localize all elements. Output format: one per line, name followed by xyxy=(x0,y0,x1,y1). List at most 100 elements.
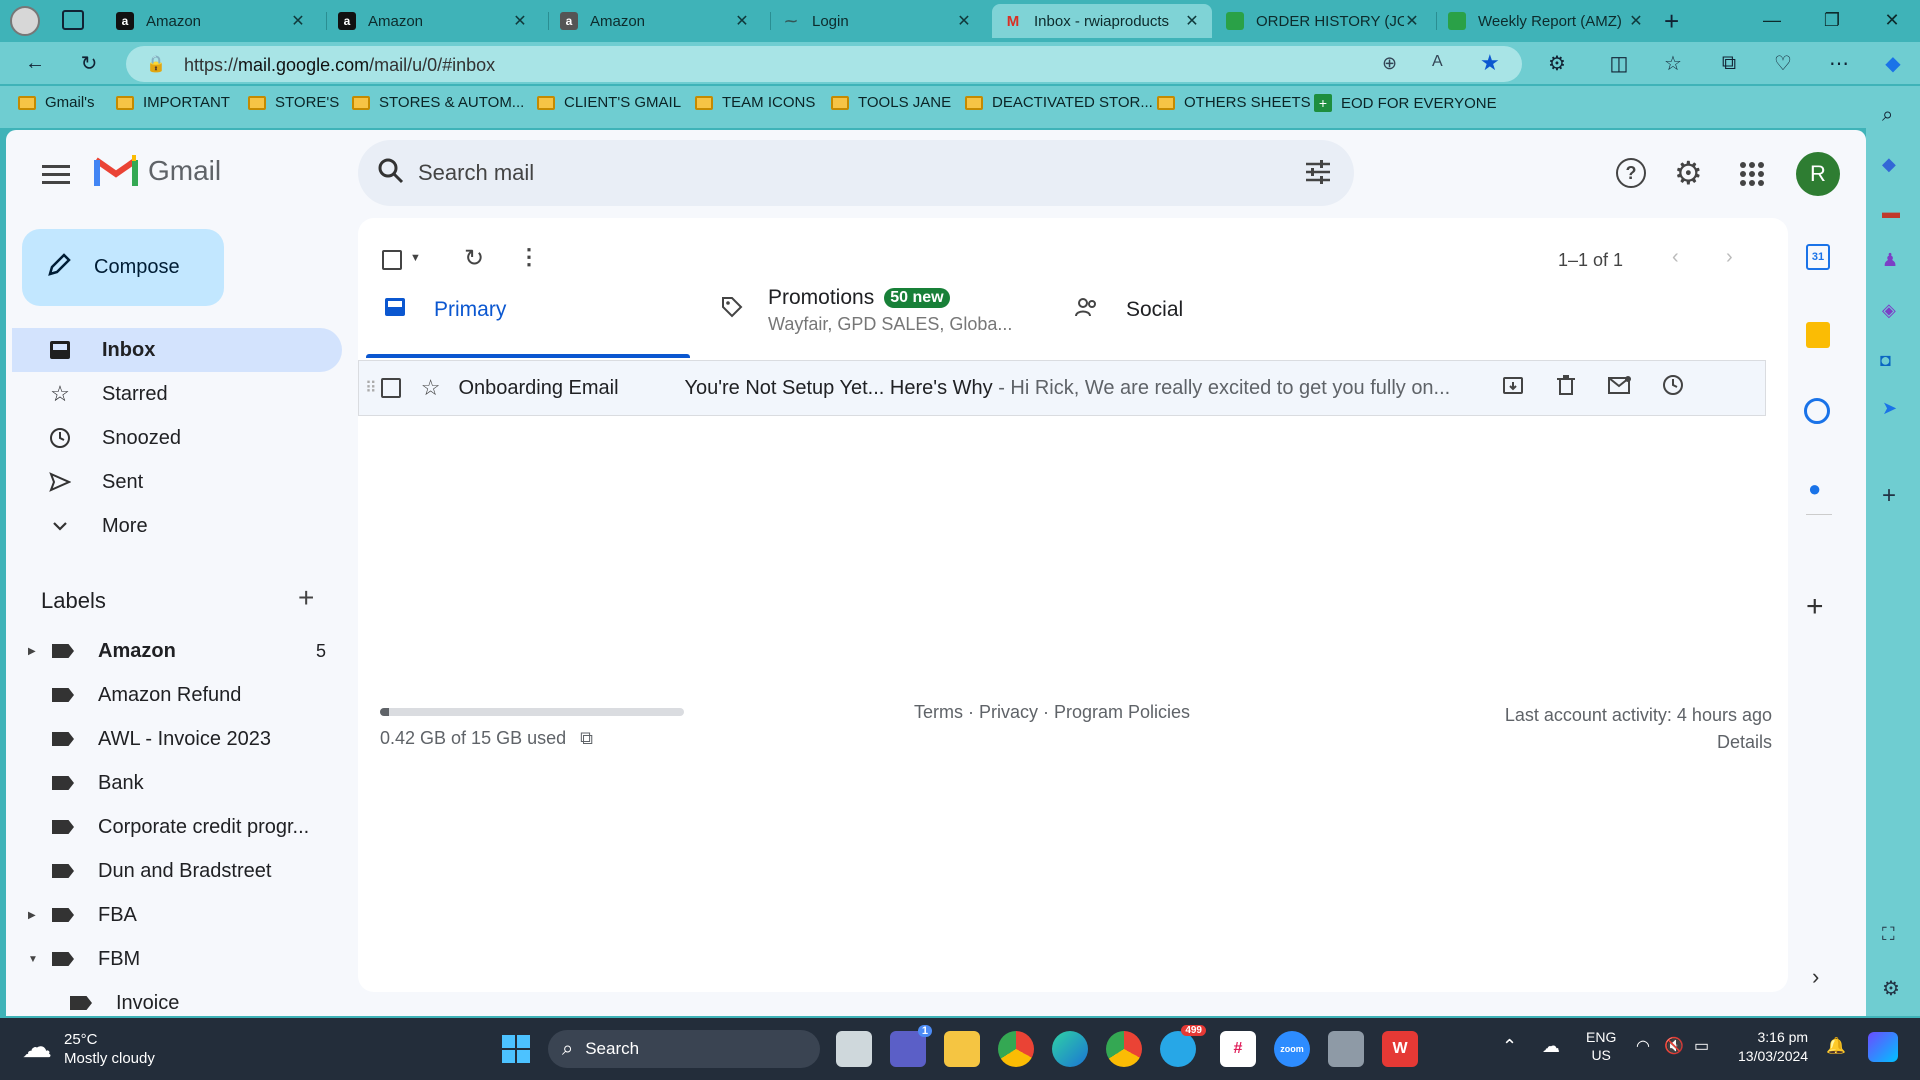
nav-item-inbox[interactable]: Inbox xyxy=(12,328,342,372)
browser-tab-weekly-report[interactable]: Weekly Report (AMZ) ✕ xyxy=(1436,4,1656,38)
browser-tab-gmail-inbox[interactable]: M Inbox - rwiaproducts ✕ xyxy=(992,4,1212,38)
expand-right-icon[interactable]: ▶ xyxy=(28,910,52,921)
contacts-icon[interactable]: ● xyxy=(1808,476,1821,502)
copilot-icon[interactable]: ◆ xyxy=(1876,46,1910,80)
bookmark-important[interactable]: IMPORTANT xyxy=(116,94,230,111)
refresh-icon[interactable]: ↻ xyxy=(464,244,484,273)
close-tab-icon[interactable]: ✕ xyxy=(956,11,972,31)
tab-actions-icon[interactable] xyxy=(62,10,84,30)
profile-avatar-icon[interactable] xyxy=(10,6,40,36)
expand-right-icon[interactable]: ▶ xyxy=(28,646,52,657)
nav-item-more[interactable]: More xyxy=(12,504,342,548)
chrome-icon[interactable] xyxy=(998,1031,1034,1067)
browser-tab-amazon-3[interactable]: a Amazon ✕ xyxy=(548,4,762,38)
settings-icon[interactable]: ⚙ xyxy=(1674,154,1703,192)
more-actions-icon[interactable]: ⋮ xyxy=(518,244,540,270)
windows-start-icon[interactable] xyxy=(498,1031,534,1067)
close-tab-icon[interactable]: ✕ xyxy=(1628,11,1644,31)
label-fba[interactable]: ▶ FBA xyxy=(12,895,342,935)
gmail-logo[interactable]: Gmail xyxy=(94,154,221,188)
new-tab-icon[interactable]: + xyxy=(1664,6,1679,37)
label-corporate-credit[interactable]: Corporate credit progr... xyxy=(12,807,342,847)
tab-primary[interactable]: Primary xyxy=(366,274,690,346)
favorites-icon[interactable]: ☆ xyxy=(1656,46,1690,80)
close-tab-icon[interactable]: ✕ xyxy=(1184,11,1200,31)
close-tab-icon[interactable]: ✕ xyxy=(290,11,306,31)
split-screen-icon[interactable]: ◫ xyxy=(1602,46,1636,80)
wifi-icon[interactable]: ◠ xyxy=(1636,1036,1650,1056)
sidebar-copilot-icon[interactable]: ◈ xyxy=(1882,300,1896,321)
language-indicator[interactable]: ENG US xyxy=(1586,1028,1616,1064)
search-icon[interactable] xyxy=(376,156,406,191)
label-awl-invoice-2023[interactable]: AWL - Invoice 2023 xyxy=(12,719,342,759)
apps-grid-icon[interactable] xyxy=(1740,162,1764,186)
read-aloud-icon[interactable]: A xyxy=(1432,53,1443,71)
onedrive-icon[interactable]: ☁ xyxy=(1542,1036,1560,1057)
sidebar-outlook-icon[interactable]: ◘ xyxy=(1880,350,1891,371)
nav-item-starred[interactable]: ☆ Starred xyxy=(12,372,342,416)
weather-widget[interactable]: 25°C Mostly cloudy xyxy=(64,1030,155,1068)
minimize-icon[interactable]: — xyxy=(1742,0,1802,40)
task-view-icon[interactable] xyxy=(836,1031,872,1067)
mark-unread-icon[interactable] xyxy=(1608,375,1632,401)
nav-item-snoozed[interactable]: Snoozed xyxy=(12,416,342,460)
bookmark-deactivated-stor[interactable]: DEACTIVATED STOR... xyxy=(965,94,1153,111)
bookmark-others-sheets[interactable]: OTHERS SHEETS xyxy=(1157,94,1311,111)
chrome-profile-icon[interactable] xyxy=(1106,1031,1142,1067)
row-checkbox[interactable] xyxy=(380,378,401,398)
delete-icon[interactable] xyxy=(1556,374,1576,402)
sidebar-add-icon[interactable]: + xyxy=(1882,482,1896,510)
label-fbm[interactable]: ▼ FBM xyxy=(12,939,342,979)
file-explorer-icon[interactable] xyxy=(944,1031,980,1067)
sidebar-games-icon[interactable]: ♟ xyxy=(1882,250,1898,271)
older-page-icon[interactable]: › xyxy=(1726,246,1733,269)
select-all-checkbox[interactable] xyxy=(382,250,402,270)
calendar-icon[interactable]: 31 xyxy=(1806,244,1830,270)
close-window-icon[interactable]: ✕ xyxy=(1862,0,1920,40)
bookmark-stores[interactable]: STORE'S xyxy=(248,94,339,111)
weather-icon[interactable]: ☁ xyxy=(22,1030,52,1065)
browser-tab-amazon-1[interactable]: a Amazon ✕ xyxy=(104,4,318,38)
sidebar-screenshot-icon[interactable]: ⛶ xyxy=(1882,924,1895,945)
add-label-icon[interactable]: + xyxy=(298,582,314,614)
show-side-panel-icon[interactable]: › xyxy=(1812,964,1819,990)
edge-icon[interactable] xyxy=(1052,1031,1088,1067)
nav-item-sent[interactable]: Sent xyxy=(12,460,342,504)
help-icon[interactable]: ? xyxy=(1616,158,1646,188)
tab-promotions[interactable]: Promotions 50 new Wayfair, GPD SALES, Gl… xyxy=(720,274,1040,346)
taskbar-search[interactable]: ⌕ Search xyxy=(548,1030,820,1068)
zoom-icon[interactable]: ⊕ xyxy=(1382,53,1397,74)
zoom-app-icon[interactable]: zoom xyxy=(1274,1031,1310,1067)
back-icon[interactable]: ← xyxy=(18,46,52,80)
archive-icon[interactable] xyxy=(1502,374,1524,402)
label-amazon-refund[interactable]: Amazon Refund xyxy=(12,675,342,715)
close-tab-icon[interactable]: ✕ xyxy=(1404,11,1420,31)
label-amazon[interactable]: ▶ Amazon 5 xyxy=(12,631,342,671)
terms-link[interactable]: Terms xyxy=(914,702,963,722)
bookmark-clients-gmail[interactable]: CLIENT'S GMAIL xyxy=(537,94,681,111)
more-menu-icon[interactable]: ⋯ xyxy=(1822,46,1856,80)
volume-muted-icon[interactable]: 🔇 xyxy=(1664,1036,1684,1056)
browser-tab-login[interactable]: ⁓ Login ✕ xyxy=(770,4,984,38)
sidebar-send-icon[interactable]: ➤ xyxy=(1882,398,1897,419)
main-menu-icon[interactable] xyxy=(42,160,70,189)
show-hidden-icons[interactable]: ⌃ xyxy=(1502,1036,1517,1057)
clock[interactable]: 3:16 pm 13/03/2024 xyxy=(1738,1028,1808,1066)
copilot-taskbar-icon[interactable] xyxy=(1868,1032,1898,1062)
email-row[interactable]: ⠿ ☆ Onboarding Email You're Not Setup Ye… xyxy=(358,360,1766,416)
label-invoice[interactable]: Invoice xyxy=(12,983,342,1023)
account-avatar[interactable]: R xyxy=(1796,152,1840,196)
close-tab-icon[interactable]: ✕ xyxy=(734,11,750,31)
bookmark-team-icons[interactable]: TEAM ICONS xyxy=(695,94,815,111)
search-input[interactable] xyxy=(418,152,1238,194)
browser-tab-amazon-2[interactable]: a Amazon ✕ xyxy=(326,4,540,38)
sidebar-shopping-icon[interactable]: ◆ xyxy=(1882,154,1896,175)
performance-icon[interactable]: ♡ xyxy=(1766,46,1800,80)
get-addons-icon[interactable]: + xyxy=(1806,590,1824,624)
sidebar-tools-icon[interactable]: ▬ xyxy=(1882,202,1900,223)
select-dropdown-icon[interactable]: ▼ xyxy=(410,252,421,264)
bookmark-gmails[interactable]: Gmail's xyxy=(18,94,95,111)
open-external-icon[interactable]: ⧉ xyxy=(580,728,593,749)
search-options-icon[interactable] xyxy=(1304,158,1332,191)
snooze-icon[interactable] xyxy=(1662,374,1684,402)
